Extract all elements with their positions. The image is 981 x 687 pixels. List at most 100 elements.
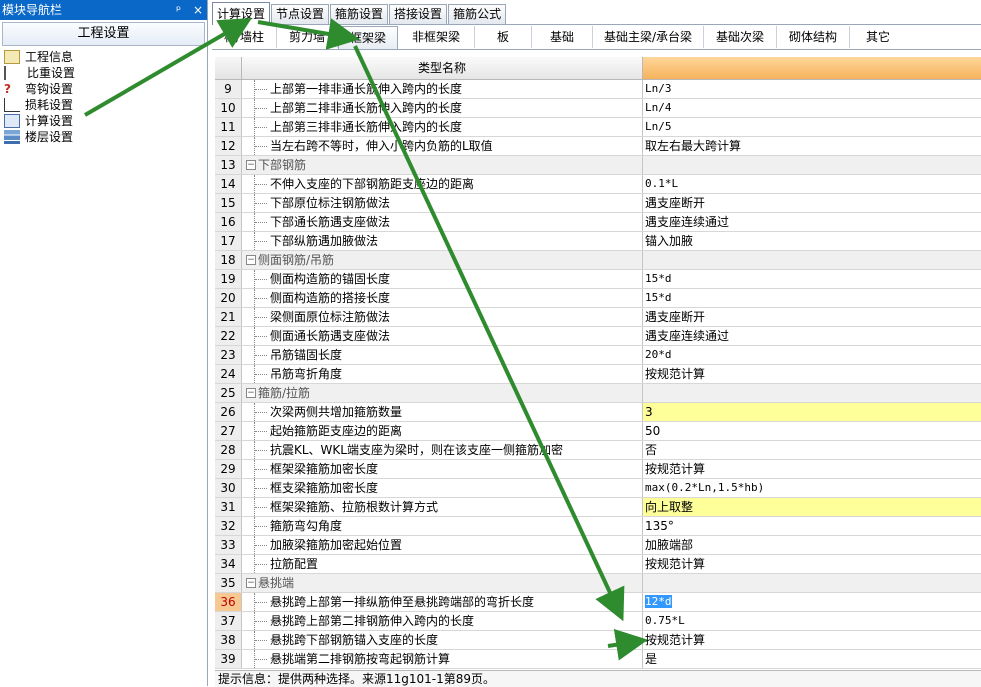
row-value-cell[interactable]: max(0.2*Ln,1.5*hb) xyxy=(643,479,981,497)
type-name-header[interactable]: 类型名称 xyxy=(242,57,643,80)
tab-column[interactable]: 柱/墙柱 xyxy=(212,26,277,48)
row-value-cell[interactable]: Ln/5 xyxy=(643,118,981,136)
table-row[interactable]: 39 悬挑端第二排钢筋按弯起钢筋计算 是 xyxy=(215,650,981,669)
row-value-cell[interactable]: Ln/3 xyxy=(643,80,981,98)
table-row[interactable]: 16 下部通长筋遇支座做法 遇支座连续通过 xyxy=(215,213,981,232)
table-row[interactable]: 31 框架梁箍筋、拉筋根数计算方式 向上取整 xyxy=(215,498,981,517)
row-value-cell[interactable]: 15*d xyxy=(643,270,981,288)
tree-branch xyxy=(255,507,267,508)
row-value-cell[interactable]: 取左右最大跨计算 xyxy=(643,137,981,155)
table-row[interactable]: 19 侧面构造筋的锚固长度 15*d xyxy=(215,270,981,289)
close-icon[interactable]: × xyxy=(193,3,203,17)
row-value-cell[interactable]: 遇支座连续通过 xyxy=(643,327,981,345)
row-name-cell[interactable]: − 下部钢筋 xyxy=(242,156,643,174)
row-value-cell[interactable] xyxy=(643,384,981,402)
tab-lap-settings[interactable]: 搭接设置 xyxy=(389,4,448,24)
row-value-cell[interactable] xyxy=(643,156,981,174)
table-row[interactable]: 15 下部原位标注钢筋做法 遇支座断开 xyxy=(215,194,981,213)
row-value-cell[interactable]: 12*d xyxy=(643,593,981,611)
table-row[interactable]: 10 上部第二排非通长筋伸入跨内的长度 Ln/4 xyxy=(215,99,981,118)
tab-slab[interactable]: 板 xyxy=(475,26,532,48)
group-row[interactable]: 18− 侧面钢筋/吊筋 xyxy=(215,251,981,270)
table-row[interactable]: 24 吊筋弯折角度 按规范计算 xyxy=(215,365,981,384)
table-row[interactable]: 21 梁侧面原位标注筋做法 遇支座断开 xyxy=(215,308,981,327)
row-value-cell[interactable]: 20*d xyxy=(643,346,981,364)
row-value-cell[interactable]: Ln/4 xyxy=(643,99,981,117)
project-settings-header[interactable]: 工程设置 xyxy=(2,22,205,46)
table-row[interactable]: 14 不伸入支座的下部钢筋距支座边的距离 0.1*L xyxy=(215,175,981,194)
table-row[interactable]: 27 起始箍筋距支座边的距离 50 xyxy=(215,422,981,441)
tab-frame-beam[interactable]: 框架梁 xyxy=(338,25,398,49)
row-name-cell[interactable]: − 悬挑端 xyxy=(242,574,643,592)
table-row[interactable]: 26 次梁两侧共增加箍筋数量 3 xyxy=(215,403,981,422)
row-value-cell[interactable]: 是 xyxy=(643,650,981,668)
row-value-cell[interactable]: 否 xyxy=(643,441,981,459)
table-row[interactable]: 37 悬挑跨上部第二排钢筋伸入跨内的长度 0.75*L xyxy=(215,612,981,631)
table-row[interactable]: 33 加腋梁箍筋加密起始位置 加腋端部 xyxy=(215,536,981,555)
row-value-cell[interactable]: 遇支座断开 xyxy=(643,194,981,212)
nav-item-calculation[interactable]: 计算设置 xyxy=(4,113,207,129)
row-value-cell[interactable]: 遇支座连续通过 xyxy=(643,213,981,231)
tab-shear-wall[interactable]: 剪力墙 xyxy=(277,26,338,48)
table-row[interactable]: 23 吊筋锚固长度 20*d xyxy=(215,346,981,365)
row-value-cell[interactable]: 遇支座断开 xyxy=(643,308,981,326)
table-row[interactable]: 32 箍筋弯勾角度 135° xyxy=(215,517,981,536)
row-name-cell[interactable]: − 箍筋/拉筋 xyxy=(242,384,643,402)
collapse-icon[interactable]: − xyxy=(246,578,256,588)
table-row[interactable]: 9 上部第一排非通长筋伸入跨内的长度 Ln/3 xyxy=(215,80,981,99)
row-name-cell[interactable]: − 侧面钢筋/吊筋 xyxy=(242,251,643,269)
nav-item-weight[interactable]: 比重设置 xyxy=(4,65,207,81)
nav-item-loss[interactable]: 损耗设置 xyxy=(4,97,207,113)
row-value-cell[interactable]: 向上取整 xyxy=(643,498,981,516)
table-row[interactable]: 17 下部纵筋遇加腋做法 锚入加腋 xyxy=(215,232,981,251)
tab-non-frame-beam[interactable]: 非框架梁 xyxy=(398,26,475,48)
nav-item-project-info[interactable]: 工程信息 xyxy=(4,49,207,65)
row-value-cell[interactable]: 锚入加腋 xyxy=(643,232,981,250)
row-value-cell[interactable]: 3 xyxy=(643,403,981,421)
collapse-icon[interactable]: − xyxy=(246,255,256,265)
tab-foundation[interactable]: 基础 xyxy=(532,26,593,48)
group-row[interactable]: 13− 下部钢筋 xyxy=(215,156,981,175)
table-row[interactable]: 38 悬挑跨下部钢筋锚入支座的长度 按规范计算 xyxy=(215,631,981,650)
nav-item-hook[interactable]: ? 弯钩设置 xyxy=(4,81,207,97)
table-row[interactable]: 11 上部第三排非通长筋伸入跨内的长度 Ln/5 xyxy=(215,118,981,137)
table-row[interactable]: 30 框支梁箍筋加密长度 max(0.2*Ln,1.5*hb) xyxy=(215,479,981,498)
row-value-cell[interactable]: 按规范计算 xyxy=(643,631,981,649)
group-row[interactable]: 35− 悬挑端 xyxy=(215,574,981,593)
row-value-cell[interactable]: 按规范计算 xyxy=(643,460,981,478)
tab-other[interactable]: 其它 xyxy=(850,26,906,48)
row-value-cell[interactable] xyxy=(643,574,981,592)
pin-icon[interactable]: ᵖ xyxy=(176,3,181,17)
value-header[interactable] xyxy=(643,57,981,80)
table-row[interactable]: 29 框架梁箍筋加密长度 按规范计算 xyxy=(215,460,981,479)
row-value-cell[interactable]: 加腋端部 xyxy=(643,536,981,554)
table-row[interactable]: 22 侧面通长筋遇支座做法 遇支座连续通过 xyxy=(215,327,981,346)
tab-foundation-secondary-beam[interactable]: 基础次梁 xyxy=(704,26,777,48)
table-row[interactable]: 36 悬挑跨上部第一排纵筋伸至悬挑跨端部的弯折长度 12*d xyxy=(215,593,981,612)
tab-stirrup-settings[interactable]: 箍筋设置 xyxy=(330,4,389,24)
row-value-cell[interactable]: 15*d xyxy=(643,289,981,307)
tab-stirrup-formula[interactable]: 箍筋公式 xyxy=(448,4,507,24)
collapse-icon[interactable]: − xyxy=(246,160,256,170)
row-value-cell[interactable]: 按规范计算 xyxy=(643,555,981,573)
row-value-cell[interactable] xyxy=(643,251,981,269)
row-value-cell[interactable]: 50 xyxy=(643,422,981,440)
row-value-cell[interactable]: 按规范计算 xyxy=(643,365,981,383)
table-row[interactable]: 20 侧面构造筋的搭接长度 15*d xyxy=(215,289,981,308)
row-value-cell[interactable]: 0.1*L xyxy=(643,175,981,193)
nav-item-floors[interactable]: 楼层设置 xyxy=(4,129,207,145)
row-value-cell[interactable]: 0.75*L xyxy=(643,612,981,630)
tab-foundation-main-beam[interactable]: 基础主梁/承台梁 xyxy=(593,26,704,48)
row-number: 25 xyxy=(215,384,242,402)
tab-masonry[interactable]: 砌体结构 xyxy=(777,26,850,48)
group-row[interactable]: 25− 箍筋/拉筋 xyxy=(215,384,981,403)
tab-node-settings[interactable]: 节点设置 xyxy=(271,4,330,24)
table-row[interactable]: 28 抗震KL、WKL端支座为梁时，则在该支座一侧箍筋加密 否 xyxy=(215,441,981,460)
collapse-icon[interactable]: − xyxy=(246,388,256,398)
tab-calculation-settings[interactable]: 计算设置 xyxy=(212,2,271,25)
row-value-cell[interactable]: 135° xyxy=(643,517,981,535)
table-row[interactable]: 12 当左右跨不等时，伸入小跨内负筋的L取值 取左右最大跨计算 xyxy=(215,137,981,156)
row-name-cell: 不伸入支座的下部钢筋距支座边的距离 xyxy=(242,175,643,193)
table-row[interactable]: 34 拉筋配置 按规范计算 xyxy=(215,555,981,574)
tree-branch xyxy=(255,203,267,204)
